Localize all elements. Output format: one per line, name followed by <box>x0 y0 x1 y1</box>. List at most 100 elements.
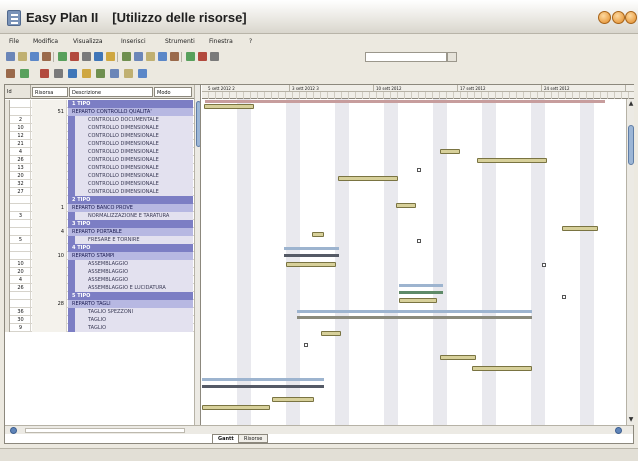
row-selector[interactable] <box>5 180 10 188</box>
task-bar[interactable] <box>562 226 598 231</box>
column-header-modo[interactable]: Modo <box>154 87 192 97</box>
grid-scroll-track[interactable] <box>25 428 185 433</box>
task-row[interactable]: 12 CONTROLLO DIMENSIONALE <box>5 132 200 140</box>
calendar-icon[interactable] <box>54 69 63 78</box>
summary-bar[interactable] <box>399 291 443 294</box>
row-selector[interactable] <box>5 228 10 236</box>
chevron-down-icon[interactable] <box>447 52 457 62</box>
indent-icon[interactable] <box>158 52 167 61</box>
row-selector[interactable] <box>5 100 10 108</box>
tab-risorse[interactable]: Risorse <box>238 434 269 443</box>
forward-icon[interactable] <box>20 69 29 78</box>
scroll-up-icon[interactable]: ▲ <box>628 101 634 107</box>
milestone-marker[interactable] <box>304 343 308 347</box>
row-selector[interactable] <box>5 212 10 220</box>
summary-bar[interactable] <box>284 247 339 250</box>
task-row[interactable]: 21 CONTROLLO DIMENSIONALE <box>5 140 200 148</box>
paste-icon[interactable] <box>94 52 103 61</box>
task-row[interactable]: 13 CONTROLLO DIMENSIONALE <box>5 164 200 172</box>
link-icon[interactable] <box>134 52 143 61</box>
menu-item[interactable]: Inserisci <box>121 38 146 45</box>
scroll-down-icon[interactable]: ▼ <box>628 417 634 423</box>
task-bar[interactable] <box>399 298 437 303</box>
resource-row[interactable]: 28 REPARTO TAGLI <box>5 300 200 308</box>
column-header-risorsa[interactable]: Risorsa <box>32 87 68 97</box>
resource-row[interactable]: 10 REPARTO STAMPI <box>5 252 200 260</box>
row-selector[interactable] <box>5 204 10 212</box>
task-row[interactable]: 20 ASSEMBLAGGIO <box>5 268 200 276</box>
summary-bar[interactable] <box>297 316 532 319</box>
task-bar[interactable] <box>321 331 341 336</box>
task-row[interactable]: 26 ASSEMBLAGGIO E LUCIDATURA <box>5 284 200 292</box>
unlink-icon[interactable] <box>146 52 155 61</box>
task-row[interactable]: 36 TAGLIO SPEZZONI <box>5 308 200 316</box>
task-bar[interactable] <box>312 232 324 237</box>
task-bar[interactable] <box>286 262 336 267</box>
find-icon[interactable] <box>40 69 49 78</box>
row-selector[interactable] <box>5 244 10 252</box>
row-selector[interactable] <box>5 252 10 260</box>
task-bar[interactable] <box>338 176 398 181</box>
summary-bar[interactable] <box>205 100 605 103</box>
menu-item[interactable]: ? <box>249 38 252 45</box>
gantt-icon[interactable] <box>96 69 105 78</box>
menu-item[interactable]: Finestra <box>209 38 233 45</box>
task-row[interactable]: 10 ASSEMBLAGGIO <box>5 260 200 268</box>
summary-bar[interactable] <box>202 385 324 388</box>
row-selector[interactable] <box>5 284 10 292</box>
new-icon[interactable] <box>6 52 15 61</box>
outdent-icon[interactable] <box>170 52 179 61</box>
task-bar[interactable] <box>472 366 532 371</box>
resource-row[interactable]: 1 REPARTO BANCO PROVE <box>5 204 200 212</box>
toolbar-search-input[interactable] <box>365 52 447 62</box>
tab-gantt[interactable]: Gantt <box>212 434 240 443</box>
preview-icon[interactable] <box>58 52 67 61</box>
milestone-marker[interactable] <box>417 168 421 172</box>
summary-bar[interactable] <box>284 254 339 257</box>
row-selector[interactable] <box>5 188 10 196</box>
row-selector[interactable] <box>5 132 10 140</box>
group-row[interactable]: 2 TIPO <box>5 196 200 204</box>
row-selector[interactable] <box>5 220 10 228</box>
milestone-marker[interactable] <box>562 295 566 299</box>
resource-row[interactable]: 4 REPARTO PORTABLE <box>5 228 200 236</box>
row-selector[interactable] <box>5 108 10 116</box>
row-selector[interactable] <box>5 156 10 164</box>
column-header-id[interactable]: Id <box>5 85 31 99</box>
task-row[interactable]: 10 CONTROLLO DIMENSIONALE <box>5 124 200 132</box>
help-icon[interactable] <box>138 69 147 78</box>
row-selector[interactable] <box>5 236 10 244</box>
row-selector[interactable] <box>5 260 10 268</box>
row-selector[interactable] <box>5 196 10 204</box>
row-selector[interactable] <box>5 316 10 324</box>
row-selector[interactable] <box>5 124 10 132</box>
task-row[interactable]: 3 NORMALIZZAZIONE E TARATURA <box>5 212 200 220</box>
task-row[interactable]: 4 CONTROLLO DIMENSIONALE <box>5 148 200 156</box>
summary-bar[interactable] <box>202 378 324 381</box>
report-icon[interactable] <box>124 69 133 78</box>
row-selector[interactable] <box>5 300 10 308</box>
row-selector[interactable] <box>5 148 10 156</box>
grid-vertical-scrollbar[interactable] <box>194 85 200 425</box>
maximize-icon[interactable] <box>612 11 625 24</box>
column-header-descrizione[interactable]: Descrizione <box>69 87 153 97</box>
resource-row[interactable]: 51 REPARTO CONTROLLO QUALITA' <box>5 108 200 116</box>
row-selector[interactable] <box>5 116 10 124</box>
filter-icon[interactable] <box>198 52 207 61</box>
row-selector[interactable] <box>5 276 10 284</box>
task-bar[interactable] <box>204 104 254 109</box>
group-row[interactable]: 1 TIPO <box>5 100 200 108</box>
resource-icon[interactable] <box>68 69 77 78</box>
gantt-vertical-scrollbar[interactable]: ▲ ▼ <box>626 99 634 425</box>
menu-item[interactable]: Visualizza <box>73 38 103 45</box>
redo-icon[interactable] <box>122 52 131 61</box>
scroll-thumb[interactable] <box>196 101 200 147</box>
group-row[interactable]: 3 TIPO <box>5 220 200 228</box>
task-bar[interactable] <box>272 397 314 402</box>
scroll-right-icon[interactable] <box>615 427 622 434</box>
task-row[interactable]: 20 CONTROLLO DIMENSIONALE <box>5 172 200 180</box>
save-icon[interactable] <box>30 52 39 61</box>
group-row[interactable]: 5 TIPO <box>5 292 200 300</box>
milestone-marker[interactable] <box>542 263 546 267</box>
task-bar[interactable] <box>202 405 270 410</box>
